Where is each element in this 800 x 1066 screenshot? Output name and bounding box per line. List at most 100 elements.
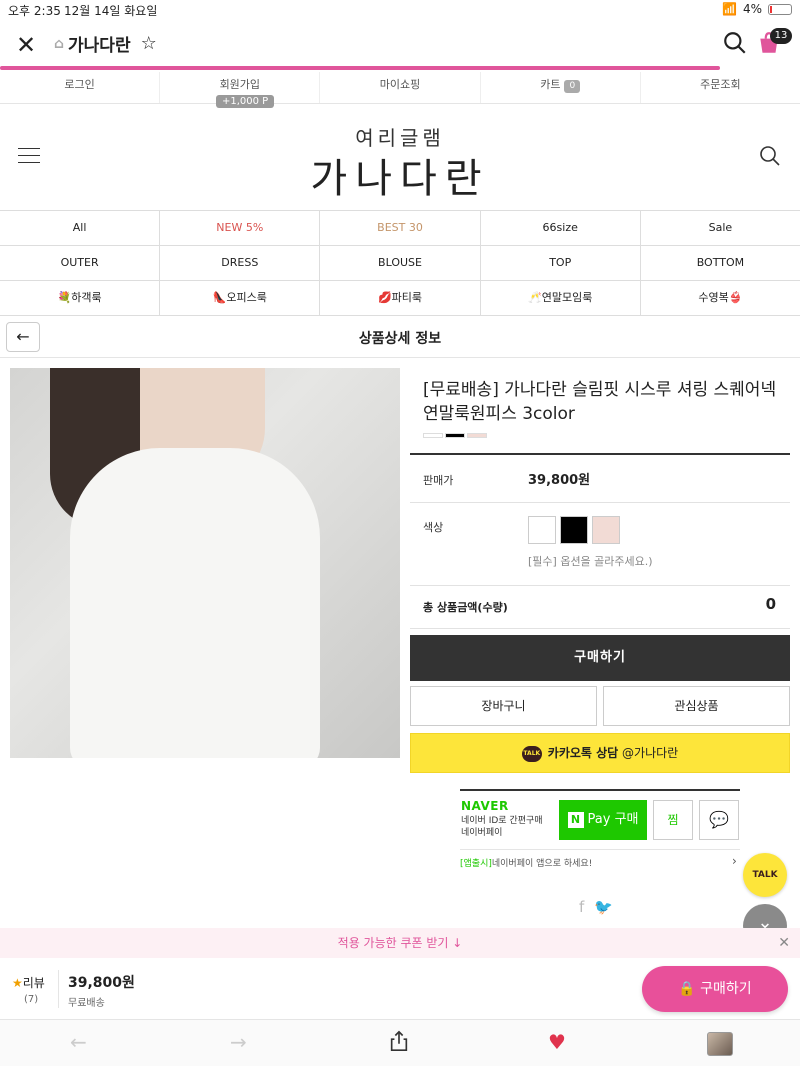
category-row: All NEW 5% BEST 30 66size Sale: [0, 211, 800, 246]
menu-login[interactable]: 로그인: [0, 72, 161, 103]
status-time: 오후 2:35: [8, 4, 61, 18]
bottom-purchase-bar: ★리뷰 (7) 39,800원 무료배송 🔒 구매하기: [0, 958, 800, 1020]
home-icon: ⌂: [54, 35, 65, 52]
swatch-white: [423, 433, 443, 438]
status-date: 12월 14일 화요일: [64, 4, 158, 18]
page-load-progress: [0, 66, 720, 70]
naver-talk-icon[interactable]: 💬: [699, 800, 739, 840]
battery-percent: 4%: [742, 2, 762, 16]
category-wedding-guest[interactable]: 💐하객룩: [0, 281, 161, 315]
naver-note-highlight: [앱출시]: [460, 859, 492, 869]
tab-thumbnail[interactable]: [707, 1032, 733, 1056]
search-icon[interactable]: [758, 144, 782, 168]
naver-pay-button[interactable]: N Pay 구매: [559, 800, 647, 840]
cart-count-badge: 0: [564, 80, 581, 93]
browser-toolbar: ← → ♥: [0, 1020, 800, 1066]
naver-app-note[interactable]: [앱출시]네이버페이 앱으로 하세요!: [460, 856, 592, 869]
back-arrow-icon[interactable]: ←: [70, 1030, 87, 1054]
wishlist-button[interactable]: 관심상품: [603, 686, 790, 726]
menu-order-lookup[interactable]: 주문조회: [641, 72, 800, 103]
category-sale[interactable]: Sale: [641, 211, 800, 245]
category-row: OUTER DRESS BLOUSE TOP BOTTOM: [0, 246, 800, 281]
cart-badge: 13: [770, 28, 792, 44]
product-image-dress: [70, 448, 320, 758]
naver-logo: NAVER: [461, 799, 509, 813]
divider: [460, 849, 740, 850]
category-outer[interactable]: OUTER: [0, 246, 161, 280]
facebook-icon[interactable]: f: [579, 898, 584, 916]
category-year-end[interactable]: 🥂연말모임룩: [481, 281, 641, 315]
color-swatch-list: [423, 433, 487, 438]
product-image[interactable]: [10, 368, 400, 758]
close-icon[interactable]: ✕: [16, 31, 36, 59]
category-new[interactable]: NEW 5%: [160, 211, 321, 245]
category-all[interactable]: All: [0, 211, 161, 245]
divider: [460, 789, 740, 791]
divider: [410, 502, 790, 503]
divider: [410, 628, 790, 629]
top-menu: 로그인 회원가입 마이쇼핑 카트 0 주문조회: [0, 72, 800, 104]
color-option-black[interactable]: [560, 516, 588, 544]
coupon-banner[interactable]: 적용 가능한 쿠폰 받기 ↓ ✕: [0, 928, 800, 958]
social-share: f 🐦: [579, 898, 613, 916]
review-label[interactable]: ★리뷰: [12, 974, 45, 991]
bottom-buy-label: 구매하기: [700, 981, 752, 997]
naver-zzim-button[interactable]: 찜: [653, 800, 693, 840]
status-right: 📶 4%: [722, 2, 792, 16]
status-bar: 오후 2:35 12월 14일 화요일 📶 4%: [0, 0, 800, 20]
category-office[interactable]: 👠오피스룩: [160, 281, 321, 315]
cart-button[interactable]: 장바구니: [410, 686, 597, 726]
star-icon[interactable]: ☆: [141, 33, 157, 54]
category-dress[interactable]: DRESS: [160, 246, 321, 280]
category-top[interactable]: TOP: [481, 246, 641, 280]
color-option-white[interactable]: [528, 516, 556, 544]
shipping-info: 무료배송: [68, 998, 105, 1009]
category-party[interactable]: 💋파티룩: [320, 281, 481, 315]
category-grid: All NEW 5% BEST 30 66size Sale OUTER DRE…: [0, 210, 800, 316]
bottom-buy-button[interactable]: 🔒 구매하기: [642, 966, 788, 1012]
price-value: 39,800원: [528, 473, 591, 488]
twitter-icon[interactable]: 🐦: [594, 898, 613, 916]
category-best[interactable]: BEST 30: [320, 211, 481, 245]
logo-title[interactable]: 가나다란: [0, 146, 800, 204]
lock-icon: 🔒: [678, 981, 696, 997]
heart-icon[interactable]: ♥: [548, 1030, 566, 1054]
buy-button[interactable]: 구매하기: [410, 635, 790, 681]
naver-description: 네이버 ID로 간편구매 네이버페이: [461, 816, 543, 838]
naver-note-text: 네이버페이 앱으로 하세요!: [491, 859, 593, 869]
coupon-label: 적용 가능한 쿠폰 받기 ↓: [337, 936, 463, 950]
menu-myshopping[interactable]: 마이쇼핑: [320, 72, 481, 103]
category-swimwear[interactable]: 수영복👙: [641, 281, 800, 315]
site-name: 가나다란: [68, 36, 131, 56]
divider: [410, 585, 790, 586]
option-required-note: [필수] 옵션을 골라주세요.): [528, 555, 653, 568]
menu-cart[interactable]: 카트 0: [481, 72, 641, 103]
category-66size[interactable]: 66size: [481, 211, 641, 245]
total-value: 0: [765, 595, 776, 613]
share-icon[interactable]: [388, 1030, 410, 1052]
naver-n-icon: N: [567, 812, 584, 828]
kakao-consult-handle: @가나다란: [618, 746, 679, 760]
kakao-consult-label: 카카오톡 상담: [547, 746, 619, 760]
price-label: 판매가: [423, 474, 454, 487]
close-icon[interactable]: ✕: [778, 928, 790, 958]
swatch-black: [445, 433, 465, 438]
search-icon[interactable]: [722, 30, 748, 56]
menu-cart-label: 카트: [540, 78, 561, 91]
swatch-pink: [467, 433, 487, 438]
kakao-talk-float-button[interactable]: TALK: [743, 853, 787, 897]
color-option-pink[interactable]: [592, 516, 620, 544]
total-label: 총 상품금액(수량): [423, 601, 508, 614]
forward-arrow-icon[interactable]: →: [230, 1030, 247, 1054]
category-bottom[interactable]: BOTTOM: [641, 246, 800, 280]
kakao-consult-button[interactable]: TALK 카카오톡 상담 @가나다란: [410, 733, 790, 773]
wifi-icon: 📶: [722, 2, 737, 16]
battery-icon: [768, 3, 792, 15]
site-title[interactable]: ⌂ 가나다란 ☆: [54, 31, 157, 56]
category-blouse[interactable]: BLOUSE: [320, 246, 481, 280]
detail-title: 상품상세 정보: [358, 331, 442, 347]
signup-point-tag: +1,000 P: [216, 95, 275, 108]
review-text: 리뷰: [22, 976, 45, 990]
divider: [410, 453, 790, 455]
chevron-right-icon[interactable]: ›: [732, 854, 737, 868]
